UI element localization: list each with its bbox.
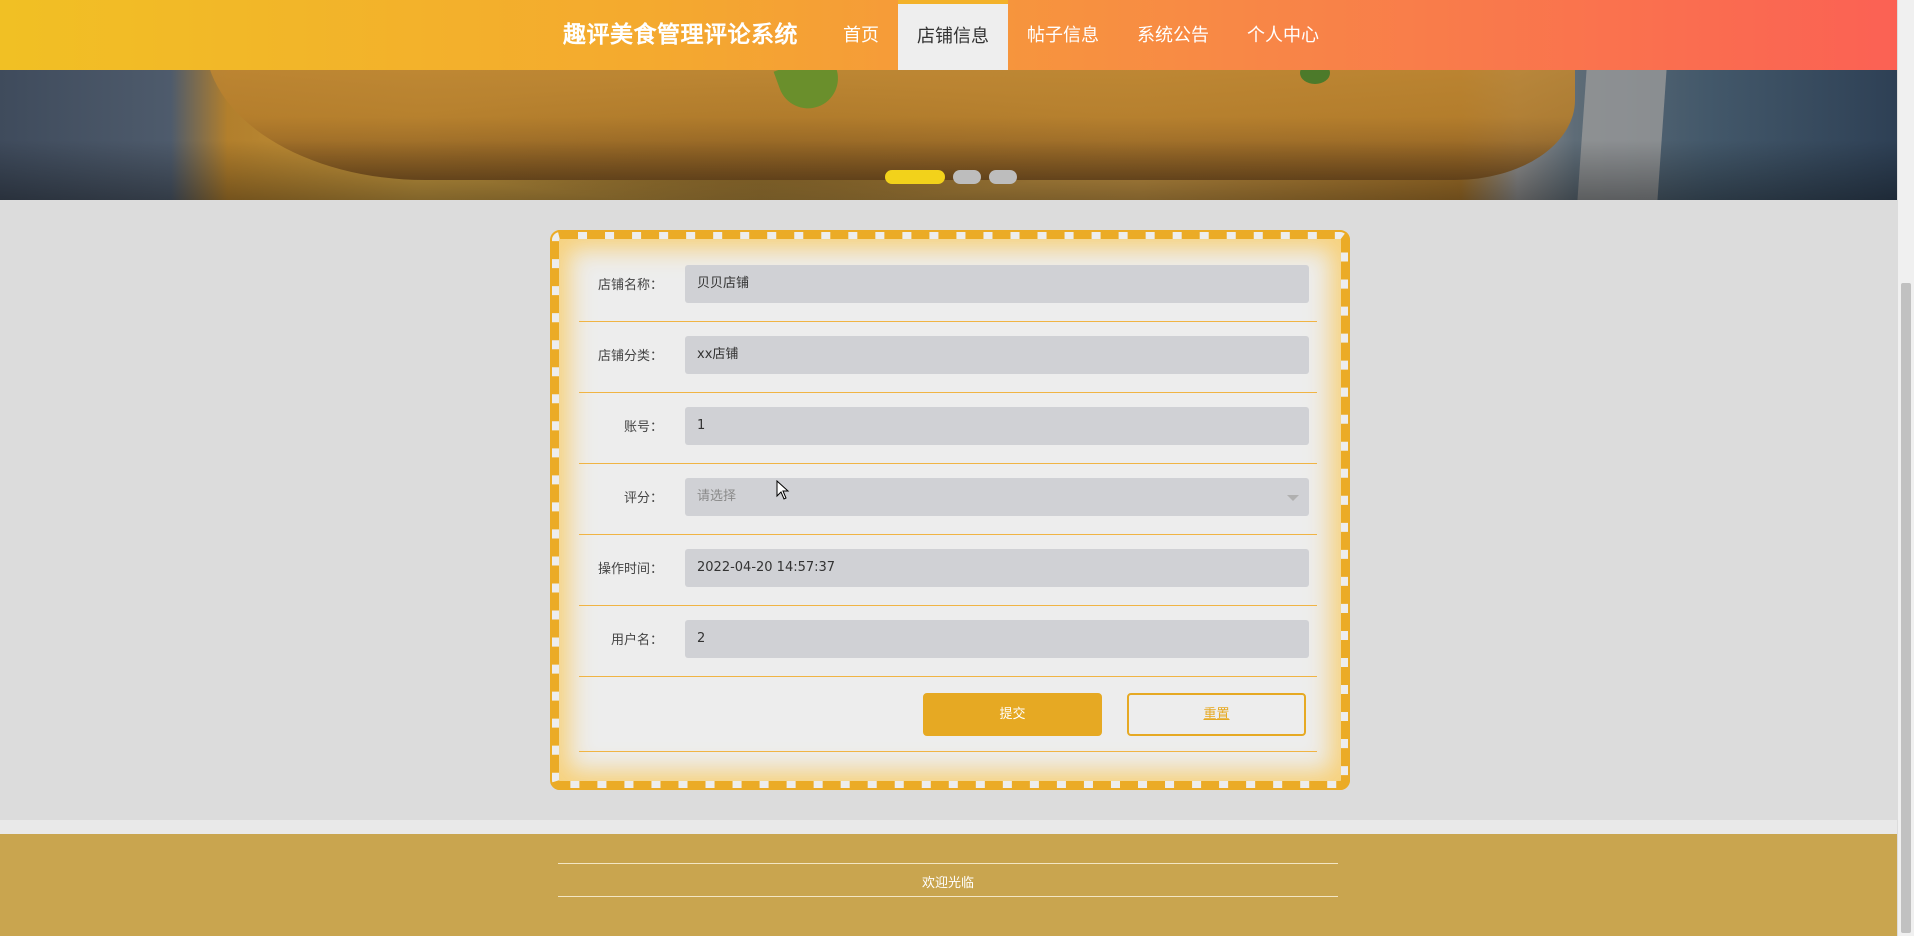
site-title: 趣评美食管理评论系统 bbox=[563, 22, 798, 48]
rating-select-placeholder: 请选择 bbox=[697, 489, 737, 504]
submit-button[interactable]: 提交 bbox=[923, 693, 1102, 736]
username-input[interactable]: 2 bbox=[685, 620, 1309, 658]
operation-time-label: 操作时间： bbox=[597, 562, 663, 577]
nav-profile[interactable]: 个人中心 bbox=[1228, 0, 1338, 70]
nav-posts[interactable]: 帖子信息 bbox=[1008, 0, 1118, 70]
form-row-shop-name: 店铺名称： 贝贝店铺 bbox=[579, 251, 1317, 322]
shop-name-input[interactable]: 贝贝店铺 bbox=[685, 265, 1309, 303]
shop-category-input[interactable]: xx店铺 bbox=[685, 336, 1309, 374]
page-scrollbar[interactable] bbox=[1897, 0, 1914, 936]
username-label: 用户名： bbox=[610, 633, 663, 648]
main-nav: 首页 店铺信息 帖子信息 系统公告 个人中心 bbox=[824, 0, 1338, 70]
footer-welcome-text: 欢迎光临 bbox=[921, 876, 974, 891]
footer-spacer bbox=[0, 820, 1897, 834]
form-row-shop-category: 店铺分类： xx店铺 bbox=[579, 322, 1317, 393]
form-row-operation-time: 操作时间： 2022-04-20 14:57:37 bbox=[579, 535, 1317, 606]
carousel-dot-1[interactable] bbox=[885, 170, 945, 184]
mouse-cursor-icon bbox=[776, 480, 790, 500]
scrollbar-thumb[interactable] bbox=[1901, 283, 1911, 933]
account-input[interactable]: 1 bbox=[685, 407, 1309, 445]
operation-time-input[interactable]: 2022-04-20 14:57:37 bbox=[685, 549, 1309, 587]
footer-divider-top bbox=[558, 863, 1338, 864]
nav-shop-info[interactable]: 店铺信息 bbox=[898, 0, 1008, 70]
shop-info-form: 店铺名称： 贝贝店铺 店铺分类： xx店铺 账号： 1 评分： 请选择 操作时间… bbox=[550, 230, 1350, 790]
chevron-down-icon bbox=[1287, 495, 1299, 501]
footer-divider-bottom bbox=[558, 896, 1338, 897]
carousel-indicators bbox=[885, 170, 1017, 184]
top-navbar: 趣评美食管理评论系统 首页 店铺信息 帖子信息 系统公告 个人中心 bbox=[0, 0, 1897, 70]
carousel-dot-2[interactable] bbox=[953, 170, 981, 184]
reset-button[interactable]: 重置 bbox=[1127, 693, 1306, 736]
account-label: 账号： bbox=[623, 420, 663, 435]
form-row-account: 账号： 1 bbox=[579, 393, 1317, 464]
rating-label: 评分： bbox=[623, 491, 663, 506]
form-row-rating: 评分： 请选择 bbox=[579, 464, 1317, 535]
form-row-username: 用户名： 2 bbox=[579, 606, 1317, 677]
carousel-dot-3[interactable] bbox=[989, 170, 1017, 184]
nav-home[interactable]: 首页 bbox=[824, 0, 898, 70]
shop-category-label: 店铺分类： bbox=[597, 349, 663, 364]
nav-announcements[interactable]: 系统公告 bbox=[1118, 0, 1228, 70]
shop-name-label: 店铺名称： bbox=[597, 278, 663, 293]
